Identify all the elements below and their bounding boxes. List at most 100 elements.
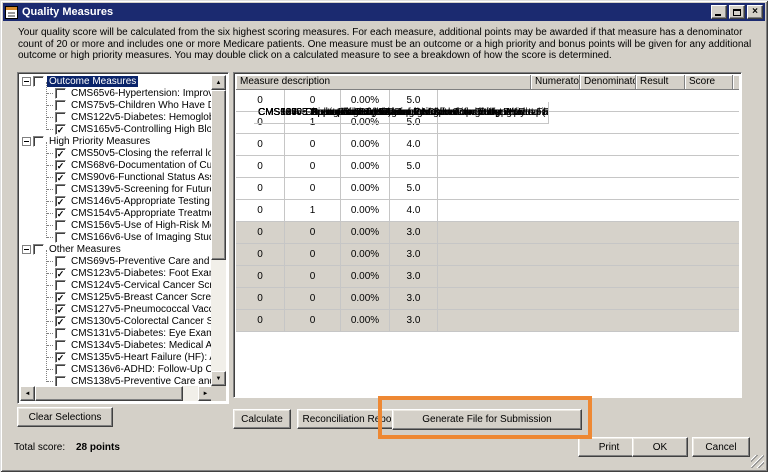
tree-horizontal-scrollbar[interactable]: ◄ ►	[20, 386, 213, 401]
tree-group-label[interactable]: High Priority Measures	[47, 136, 152, 147]
tree-checkbox[interactable]	[55, 328, 66, 339]
tree-checkbox[interactable]	[33, 76, 44, 87]
tree-item-row[interactable]: CMS75v5-Children Who Have Dental De	[20, 99, 213, 111]
tree-item-row[interactable]: ✓CMS125v5-Breast Cancer Screening	[20, 291, 213, 303]
tree-item-label[interactable]: CMS68v6-Documentation of Current Me	[69, 160, 213, 171]
tree-item-label[interactable]: CMS123v5-Diabetes: Foot Exam	[69, 268, 213, 279]
measure-tree[interactable]: Outcome MeasuresCMS65v6-Hypertension: Im…	[20, 75, 213, 388]
vertical-scroll-thumb[interactable]	[211, 90, 226, 260]
tree-item-label[interactable]: CMS139v5-Screening for Future Fall Ris	[69, 184, 213, 195]
tree-item-label[interactable]: CMS165v5-Controlling High Blood Press	[69, 124, 213, 135]
table-row[interactable]: CMS165v5-Controlling High Blood Pressure…	[236, 200, 739, 222]
tree-item-label[interactable]: CMS166v6-Use of Imaging Studies for L	[69, 232, 213, 243]
title-bar[interactable]: Quality Measures ×	[3, 3, 765, 21]
tree-item-row[interactable]: CMS136v6-ADHD: Follow-Up Care for C	[20, 363, 213, 375]
tree-group-row[interactable]: Outcome Measures	[20, 75, 213, 87]
tree-group-label[interactable]: Outcome Measures	[47, 76, 138, 87]
maximize-button[interactable]	[729, 5, 745, 19]
tree-group-row[interactable]: Other Measures	[20, 243, 213, 255]
tree-item-row[interactable]: ✓CMS154v5-Appropriate Treatment for Ch	[20, 207, 213, 219]
tree-item-label[interactable]: CMS90v6-Functional Status Assessment	[69, 172, 213, 183]
tree-checkbox[interactable]: ✓	[55, 160, 66, 171]
tree-item-label[interactable]: CMS50v5-Closing the referral loop: recei	[69, 148, 213, 159]
tree-item-label[interactable]: CMS124v5-Cervical Cancer Screening	[69, 280, 213, 291]
tree-item-row[interactable]: CMS139v5-Screening for Future Fall Ris	[20, 183, 213, 195]
tree-item-row[interactable]: CMS124v5-Cervical Cancer Screening	[20, 279, 213, 291]
tree-checkbox[interactable]: ✓	[55, 172, 66, 183]
table-row[interactable]: CMS146v5-Appropriate Testing for Childre…	[236, 156, 739, 178]
tree-checkbox[interactable]: ✓	[55, 268, 66, 279]
column-header[interactable]: Result	[636, 75, 685, 90]
tree-checkbox[interactable]: ✓	[55, 352, 66, 363]
tree-checkbox[interactable]	[55, 340, 66, 351]
tree-item-row[interactable]: CMS156v5-Use of High-Risk Medication	[20, 219, 213, 231]
tree-item-row[interactable]: ✓CMS123v5-Diabetes: Foot Exam	[20, 267, 213, 279]
tree-item-label[interactable]: CMS154v5-Appropriate Treatment for Ch	[69, 208, 213, 219]
tree-item-label[interactable]: CMS127v5-Pneumococcal Vaccination	[69, 304, 213, 315]
tree-item-label[interactable]: CMS122v5-Diabetes: Hemoglobin A1c F	[69, 112, 213, 123]
tree-checkbox[interactable]: ✓	[55, 208, 66, 219]
tree-item-label[interactable]: CMS136v6-ADHD: Follow-Up Care for C	[69, 364, 213, 375]
clear-selections-button[interactable]: Clear Selections	[17, 407, 113, 427]
table-row[interactable]: CMS127v5-Pneumococcal Vaccination Status…	[236, 266, 739, 288]
collapse-icon[interactable]	[22, 137, 31, 146]
tree-checkbox[interactable]	[55, 376, 66, 387]
column-header[interactable]: Numerator	[531, 75, 580, 90]
tree-item-label[interactable]: CMS134v5-Diabetes: Medical Attention	[69, 340, 213, 351]
generate-file-for-submission-button[interactable]: Generate File for Submission	[392, 409, 582, 430]
column-header[interactable]: Denominator	[580, 75, 636, 90]
table-row[interactable]: CMS154v5-Appropriate Treatment for Child…	[236, 178, 739, 200]
tree-item-row[interactable]: CMS122v5-Diabetes: Hemoglobin A1c F	[20, 111, 213, 123]
tree-checkbox[interactable]	[33, 244, 44, 255]
tree-checkbox[interactable]: ✓	[55, 124, 66, 135]
scroll-up-button[interactable]: ▲	[211, 75, 226, 90]
cancel-button[interactable]: Cancel	[692, 437, 750, 457]
close-button[interactable]: ×	[747, 5, 763, 19]
tree-checkbox[interactable]: ✓	[55, 316, 66, 327]
tree-item-label[interactable]: CMS75v5-Children Who Have Dental De	[69, 100, 213, 111]
tree-vertical-scrollbar[interactable]: ▲ ▼	[211, 75, 226, 386]
horizontal-scroll-thumb[interactable]	[35, 386, 183, 401]
table-row[interactable]: CMS123v5-Diabetes: Foot Exam000.00%3.0	[236, 222, 739, 244]
print-button[interactable]: Print	[578, 437, 640, 457]
tree-item-row[interactable]: ✓CMS50v5-Closing the referral loop: rece…	[20, 147, 213, 159]
tree-group-row[interactable]: High Priority Measures	[20, 135, 213, 147]
table-row[interactable]: CMS90v6-Functional Status Assessment for…	[236, 134, 739, 156]
table-row[interactable]: CMS135v5-Heart Failure (HF): Angiotensin…	[236, 310, 739, 332]
tree-checkbox[interactable]	[55, 100, 66, 111]
tree-checkbox[interactable]: ✓	[55, 304, 66, 315]
tree-checkbox[interactable]	[55, 184, 66, 195]
tree-item-label[interactable]: CMS135v5-Heart Failure (HF): Angiotens	[69, 352, 213, 363]
calculate-button[interactable]: Calculate	[233, 409, 291, 429]
tree-item-row[interactable]: ✓CMS135v5-Heart Failure (HF): Angiotens	[20, 351, 213, 363]
tree-item-row[interactable]: CMS65v6-Hypertension: Improvement in	[20, 87, 213, 99]
tree-checkbox[interactable]: ✓	[55, 292, 66, 303]
tree-item-row[interactable]: CMS166v6-Use of Imaging Studies for L	[20, 231, 213, 243]
tree-item-label[interactable]: CMS146v5-Appropriate Testing for Child	[69, 196, 213, 207]
collapse-icon[interactable]	[22, 77, 31, 86]
tree-checkbox[interactable]	[55, 232, 66, 243]
tree-item-row[interactable]: ✓CMS127v5-Pneumococcal Vaccination	[20, 303, 213, 315]
collapse-icon[interactable]	[22, 245, 31, 254]
tree-checkbox[interactable]: ✓	[55, 148, 66, 159]
tree-checkbox[interactable]	[55, 280, 66, 291]
table-row[interactable]: CMS130v5-Colorectal Cancer Screening000.…	[236, 288, 739, 310]
tree-item-label[interactable]: CMS69v5-Preventive Care and Screenin	[69, 256, 213, 267]
tree-checkbox[interactable]	[55, 364, 66, 375]
tree-item-label[interactable]: CMS156v5-Use of High-Risk Medication	[69, 220, 213, 231]
tree-checkbox[interactable]	[55, 256, 66, 267]
minimize-button[interactable]	[711, 5, 727, 19]
tree-checkbox[interactable]	[55, 88, 66, 99]
scroll-down-button[interactable]: ▼	[211, 371, 226, 386]
tree-item-row[interactable]: ✓CMS146v5-Appropriate Testing for Child	[20, 195, 213, 207]
tree-item-row[interactable]: ✓CMS130v5-Colorectal Cancer Screening	[20, 315, 213, 327]
ok-button[interactable]: OK	[632, 437, 688, 457]
tree-item-row[interactable]: CMS134v5-Diabetes: Medical Attention	[20, 339, 213, 351]
tree-item-label[interactable]: CMS65v6-Hypertension: Improvement in	[69, 88, 213, 99]
scroll-left-button[interactable]: ◄	[20, 386, 35, 401]
reconciliation-report-button[interactable]: Reconciliation Report	[297, 409, 403, 429]
resize-grip[interactable]	[751, 455, 764, 468]
tree-checkbox[interactable]	[55, 220, 66, 231]
tree-item-label[interactable]: CMS125v5-Breast Cancer Screening	[69, 292, 213, 303]
tree-checkbox[interactable]	[55, 112, 66, 123]
